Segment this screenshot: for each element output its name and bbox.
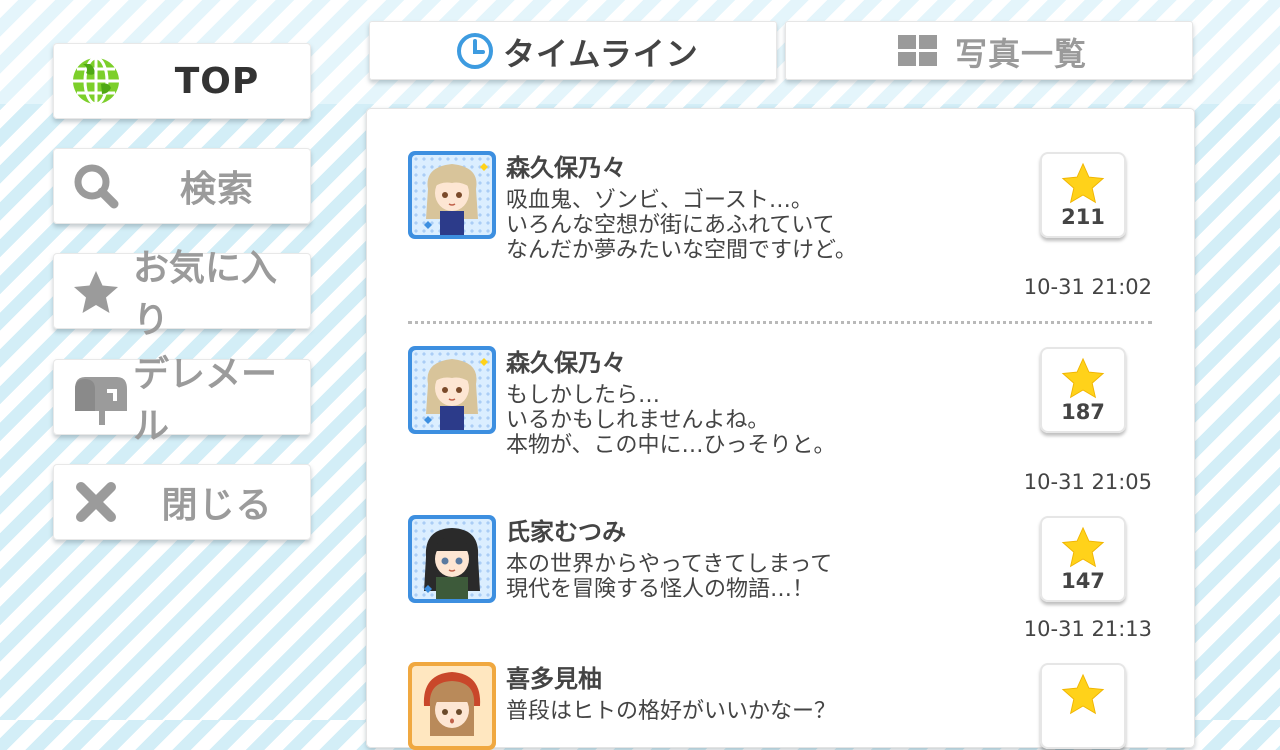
post-line: もしかしたら… <box>506 383 661 408</box>
timeline-panel[interactable]: 森久保乃々 吸血鬼、ゾンビ、ゴースト…。 いろんな空想が街にあふれていて なんだ… <box>366 108 1195 750</box>
avatar[interactable] <box>408 515 496 603</box>
globe-icon <box>73 56 119 106</box>
star-icon <box>1061 357 1105 399</box>
like-button[interactable]: 147 <box>1040 516 1126 602</box>
character-portrait <box>424 358 488 430</box>
like-button[interactable] <box>1040 663 1126 749</box>
like-count: 187 <box>1061 400 1105 424</box>
sidebar-top-button[interactable]: TOP <box>53 43 311 119</box>
star-icon <box>1061 673 1105 715</box>
post-line: 本の世界からやってきてしまって <box>506 552 833 577</box>
search-icon <box>74 164 119 209</box>
sidebar-favorites-button[interactable]: お気に入り <box>53 248 311 341</box>
divider <box>408 321 1152 324</box>
clock-icon <box>457 33 493 69</box>
tab-photos[interactable]: 写真一覧 <box>785 21 1193 80</box>
post-author: 森久保乃々 <box>506 349 626 377</box>
like-count: 147 <box>1061 569 1105 593</box>
star-icon <box>1061 526 1105 568</box>
close-icon <box>76 482 116 522</box>
grid-icon <box>898 35 937 66</box>
sidebar-close-button[interactable]: 閉じる <box>53 464 311 540</box>
star-icon <box>1061 162 1105 204</box>
post-line: 本物が、この中に…ひっそりと。 <box>506 433 836 458</box>
star-icon <box>74 271 118 313</box>
tab-photos-label: 写真一覧 <box>955 35 1088 73</box>
post-line: なんだか夢みたいな空間ですけど。 <box>506 238 857 263</box>
tab-timeline-label: タイムライン <box>503 35 699 73</box>
sidebar-mail-label: デレメール <box>133 354 278 447</box>
sidebar-search-label: 検索 <box>179 169 254 210</box>
like-count: 211 <box>1061 205 1105 229</box>
post-author: 喜多見柚 <box>506 665 602 693</box>
sidebar-top-label: TOP <box>174 60 260 102</box>
post-author: 氏家むつみ <box>506 518 626 546</box>
sidebar-search-button[interactable]: 検索 <box>53 148 311 224</box>
character-portrait <box>423 672 481 736</box>
like-button[interactable]: 211 <box>1040 152 1126 238</box>
sidebar-mail-button[interactable]: デレメール <box>53 354 311 447</box>
post-line: 現代を冒険する怪人の物語…！ <box>506 577 815 602</box>
sidebar-favorites-label: お気に入り <box>133 248 278 341</box>
sidebar-close-label: 閉じる <box>161 485 273 526</box>
like-button[interactable]: 187 <box>1040 347 1126 433</box>
post-line: いるかもしれませんよね。 <box>506 408 770 433</box>
post-line: いろんな空想が街にあふれていて <box>506 213 835 238</box>
post-line: 普段はヒトの格好がいいかなー？ <box>506 699 837 724</box>
avatar[interactable] <box>408 151 496 239</box>
tab-timeline[interactable]: タイムライン <box>369 21 777 80</box>
post-timestamp: 10-31 21:05 <box>1023 470 1152 494</box>
post-author: 森久保乃々 <box>506 154 626 182</box>
post-timestamp: 10-31 21:13 <box>1023 617 1152 641</box>
post-message: 本の世界からやってきてしまって 現代を冒険する怪人の物語…！ <box>506 552 832 602</box>
character-portrait <box>424 528 480 599</box>
post-message: 吸血鬼、ゾンビ、ゴースト…。 いろんな空想が街にあふれていて なんだか夢みたいな… <box>506 188 857 263</box>
post-timestamp: 10-31 21:02 <box>1023 275 1152 299</box>
avatar[interactable] <box>408 346 496 434</box>
post-message: 普段はヒトの格好がいいかなー？ <box>506 699 836 724</box>
mailbox-icon <box>75 377 127 425</box>
avatar[interactable] <box>408 662 496 750</box>
character-portrait <box>424 163 488 235</box>
post-message: もしかしたら… いるかもしれませんよね。 本物が、この中に…ひっそりと。 <box>506 383 836 458</box>
post-line: 吸血鬼、ゾンビ、ゴースト…。 <box>506 188 813 213</box>
